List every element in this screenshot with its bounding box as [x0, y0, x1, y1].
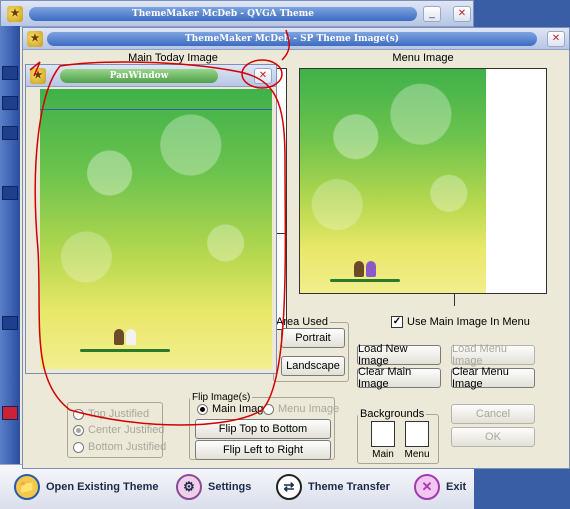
use-main-image-label: Use Main Image In Menu — [407, 316, 530, 328]
radio-selected-icon — [73, 424, 84, 436]
theme-transfer-button[interactable]: ⇄ Theme Transfer — [276, 473, 390, 501]
pan-window-title: PanWindow — [60, 69, 218, 83]
settings-icon: ⚙ — [176, 474, 202, 500]
landscape-button[interactable]: Landscape — [281, 356, 345, 376]
flip-menu-image-label: Menu Image — [278, 403, 340, 415]
minimize-button[interactable]: _ — [423, 6, 441, 22]
theme-transfer-label: Theme Transfer — [308, 481, 390, 493]
radio-icon — [73, 441, 84, 453]
checkbox-checked-icon[interactable]: ✓ — [391, 316, 403, 328]
radio-selected-icon — [197, 403, 208, 415]
main-today-image-label: Main Today Image — [128, 52, 218, 64]
sp-window-title: ThemeMaker McDeb - SP Theme Image(s) — [47, 32, 537, 46]
sp-titlebar[interactable]: ★ ThemeMaker McDeb - SP Theme Image(s) ✕ — [23, 28, 569, 50]
radio-icon — [263, 403, 274, 415]
exit-button[interactable]: ✕ Exit — [414, 473, 466, 501]
menu-background-swatch[interactable] — [405, 421, 429, 447]
app-icon: ★ — [27, 31, 43, 47]
app-icon: ★ — [30, 68, 46, 84]
app-icon: ★ — [7, 6, 23, 22]
menu-image-frame[interactable] — [299, 68, 547, 294]
strip-item[interactable] — [2, 186, 18, 200]
flip-main-image-radio[interactable]: Main Image — [197, 403, 269, 415]
exit-label: Exit — [446, 481, 467, 493]
center-justified-label: Center Justified — [88, 424, 165, 436]
transfer-icon: ⇄ — [276, 474, 302, 500]
couple-figure — [354, 261, 376, 277]
bottom-justified-label: Bottom Justified — [88, 441, 167, 453]
flip-images-legend: Flip Image(s) — [192, 392, 251, 403]
ok-button[interactable]: OK — [451, 427, 535, 447]
center-justified-radio[interactable]: Center Justified — [73, 424, 164, 436]
pan-window-close-button[interactable]: ✕ — [254, 68, 272, 84]
clear-menu-image-button[interactable]: Clear Menu Image — [451, 366, 535, 390]
main-background-label: Main — [372, 449, 394, 460]
leaf-shape — [330, 279, 400, 282]
pan-viewport-top-line — [40, 109, 272, 110]
qvga-bottom-toolbar: 📁 Open Existing Theme ⚙ Settings ⇄ Theme… — [0, 464, 474, 509]
strip-item[interactable] — [2, 126, 18, 140]
top-justified-label: Top Justified — [88, 408, 150, 420]
bottom-justified-radio[interactable]: Bottom Justified — [73, 441, 166, 453]
cancel-button[interactable]: Cancel — [451, 404, 535, 424]
top-justified-radio[interactable]: Top Justified — [73, 408, 149, 420]
exit-icon: ✕ — [414, 474, 440, 500]
flip-main-image-label: Main Image — [212, 403, 270, 415]
flip-top-to-bottom-button[interactable]: Flip Top to Bottom — [195, 419, 331, 439]
portrait-button[interactable]: Portrait — [281, 328, 345, 348]
flip-left-to-right-button[interactable]: Flip Left to Right — [195, 440, 331, 460]
qvga-window-title: ThemeMaker McDeb - QVGA Theme — [29, 7, 417, 21]
flip-menu-image-radio[interactable]: Menu Image — [263, 403, 339, 415]
pan-window-titlebar[interactable]: ★ PanWindow ✕ — [26, 65, 276, 87]
open-existing-theme-label: Open Existing Theme — [46, 481, 159, 493]
open-existing-theme-button[interactable]: 📁 Open Existing Theme — [14, 473, 158, 501]
menu-background-label: Menu — [404, 449, 430, 460]
leaf-shape — [80, 349, 170, 352]
strip-item[interactable] — [2, 316, 18, 330]
pan-image-preview[interactable] — [40, 89, 272, 369]
strip-item[interactable] — [2, 96, 18, 110]
qvga-left-strip — [0, 26, 20, 466]
use-main-image-checkbox-row[interactable]: ✓ Use Main Image In Menu — [391, 316, 530, 328]
close-button[interactable]: ✕ — [547, 31, 565, 47]
menu-image-preview — [300, 69, 486, 293]
clear-main-image-button[interactable]: Clear Main Image — [357, 366, 441, 390]
main-background-swatch[interactable] — [371, 421, 395, 447]
strip-item[interactable] — [2, 66, 18, 80]
strip-item[interactable] — [2, 406, 18, 420]
radio-icon — [73, 408, 84, 420]
load-new-image-button[interactable]: Load New Image — [357, 343, 441, 367]
folder-icon: 📁 — [14, 474, 40, 500]
load-menu-image-button[interactable]: Load Menu Image — [451, 343, 535, 367]
settings-label: Settings — [208, 481, 252, 493]
menu-frame-tick — [454, 294, 455, 306]
qvga-titlebar[interactable]: ★ ThemeMaker McDeb - QVGA Theme _ ✕ — [1, 1, 473, 27]
settings-button[interactable]: ⚙ Settings — [176, 473, 251, 501]
area-used-legend: Area Used — [276, 316, 328, 328]
couple-figure — [114, 329, 136, 345]
menu-image-label: Menu Image — [392, 52, 454, 64]
pan-window[interactable]: ★ PanWindow ✕ — [25, 64, 277, 374]
close-button[interactable]: ✕ — [453, 6, 471, 22]
backgrounds-legend: Backgrounds — [360, 408, 425, 420]
